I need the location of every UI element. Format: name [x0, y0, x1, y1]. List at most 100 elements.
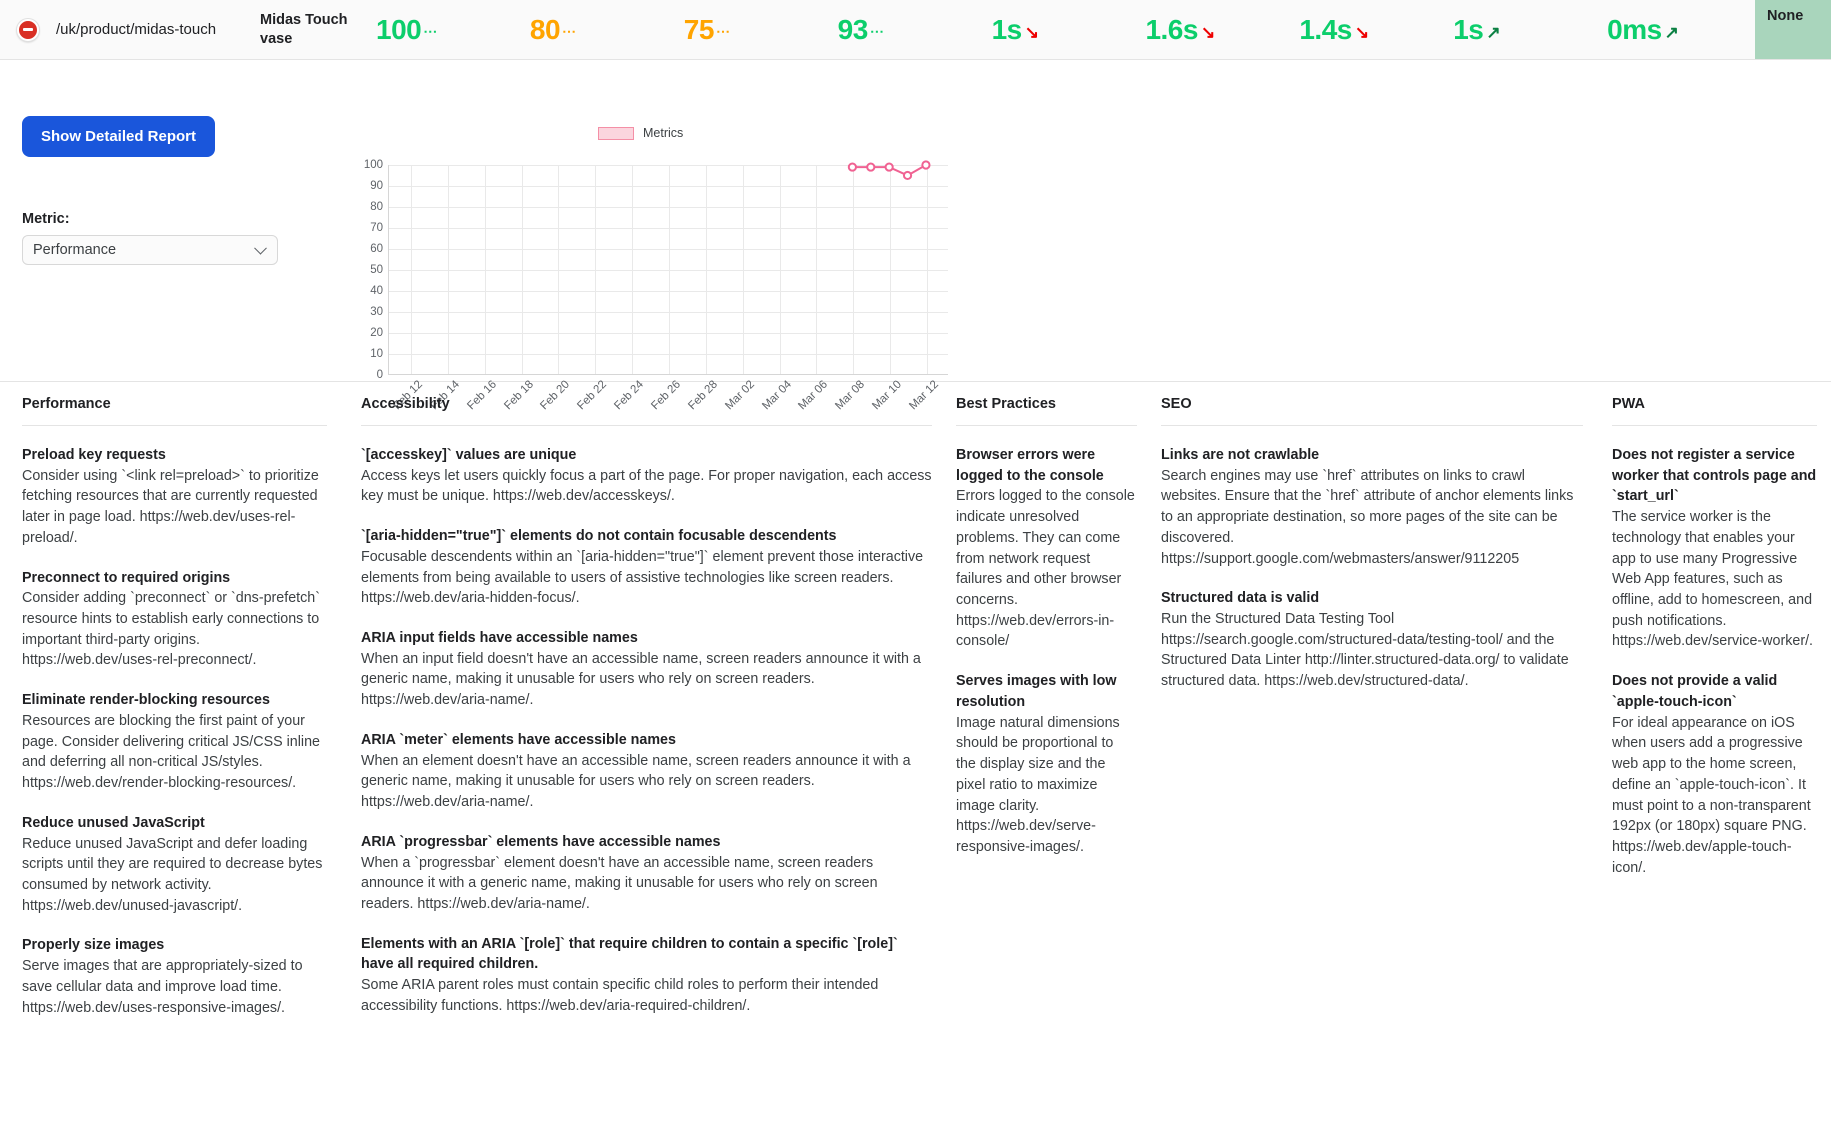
best-practices-score-value: 75: [683, 13, 715, 45]
chart-ytick-label: 90: [370, 180, 383, 192]
speed-index-value: 1.6s: [1145, 13, 1198, 45]
first-contentful-paint[interactable]: 1s ↘: [986, 15, 1140, 44]
audit-column-header: SEO: [1161, 382, 1583, 426]
best-practices-score[interactable]: 75 ⋯: [678, 13, 832, 45]
audit-title: Elements with an ARIA `[role]` that requ…: [361, 935, 898, 973]
audit-item[interactable]: Links are not crawlable Search engines ma…: [1161, 426, 1583, 569]
chart-data-point[interactable]: [866, 162, 876, 172]
chart-ytick-label: 0: [376, 369, 383, 381]
audit-description: When a `progressbar` element doesn't hav…: [361, 854, 878, 912]
audit-column-header: Performance: [22, 382, 327, 426]
speed-index[interactable]: 1.6s ↘: [1139, 13, 1293, 45]
seo-score-ellipsis-icon: ⋯: [869, 22, 884, 39]
audit-title: Structured data is valid: [1161, 590, 1320, 607]
audit-description: Focusable descendents within an `[aria-h…: [361, 548, 924, 607]
chart-ytick-label: 70: [370, 222, 383, 234]
time-to-interactive-value: 1s: [1453, 13, 1484, 45]
performance-score[interactable]: 100 ⋯: [370, 15, 524, 44]
audit-item[interactable]: Structured data is valid Run the Structur…: [1161, 569, 1583, 692]
audit-item[interactable]: Does not register a service worker that …: [1612, 426, 1817, 652]
audit-item[interactable]: ARIA input fields have accessible names W…: [361, 609, 932, 711]
chart-data-point[interactable]: [884, 162, 894, 172]
audit-item[interactable]: ARIA `meter` elements have accessible na…: [361, 711, 932, 813]
error-circle-icon: [17, 18, 39, 41]
chart-ytick-label: 20: [370, 327, 383, 339]
audit-column-performance: Performance Preload key requests Consider …: [0, 382, 341, 1121]
audit-item[interactable]: `[accesskey]` values are unique Access ke…: [361, 426, 932, 507]
audit-item[interactable]: Browser errors were logged to the consol…: [956, 426, 1137, 652]
audit-description: Some ARIA parent roles must contain spec…: [361, 977, 879, 1014]
audit-description: Resources are blocking the first paint o…: [22, 712, 320, 792]
chart-data-point[interactable]: [921, 160, 931, 170]
audit-item[interactable]: Serves images with low resolution Image n…: [956, 652, 1137, 857]
accessibility-score-ellipsis-icon: ⋯: [562, 22, 576, 39]
seo-score-value: 93: [837, 13, 869, 45]
chart-ytick-label: 60: [370, 243, 383, 255]
audit-description: Errors logged to the console indicate un…: [956, 488, 1135, 650]
audit-title: Properly size images: [22, 937, 165, 954]
chart-data-point[interactable]: [847, 162, 857, 172]
audit-column-seo: SEO Links are not crawlable Search engines…: [1151, 382, 1597, 1121]
audit-item[interactable]: Eliminate render-blocking resources Resou…: [22, 671, 327, 794]
audit-description: Image natural dimensions should be propo…: [956, 714, 1120, 855]
summary-topbar: /uk/product/midas-touch Midas Touch vase…: [0, 0, 1831, 60]
none-badge: None: [1755, 0, 1831, 59]
audit-column-best-practices: Best Practices Browser errors were logged…: [946, 382, 1151, 1121]
audit-title: Eliminate render-blocking resources: [22, 692, 270, 709]
accessibility-score-value: 80: [529, 13, 561, 45]
audit-title: Links are not crawlable: [1161, 447, 1320, 463]
metrics-chart: Metrics 0 10 20 30 40 50 60 70 80 90 100 Feb 12 Feb …: [352, 126, 952, 412]
legend-swatch-metrics: [598, 126, 634, 140]
total-blocking-time[interactable]: 0ms ↗: [1601, 13, 1755, 45]
time-to-interactive[interactable]: 1s ↗: [1447, 13, 1601, 45]
audit-title: Browser errors were logged to the consol…: [956, 447, 1104, 484]
performance-score-ellipsis-icon: ⋯: [423, 22, 437, 39]
largest-contentful-paint-trend-down-icon: ↘: [1354, 22, 1369, 42]
audit-column-header: Accessibility: [361, 382, 932, 426]
audit-title: `[aria-hidden="true"]` elements do not c…: [361, 528, 837, 545]
audit-description: When an input field doesn't have an acce…: [361, 650, 921, 709]
status-icon-cell: [0, 18, 56, 41]
audit-description: Access keys let users quickly focus a pa…: [361, 467, 932, 505]
best-practices-score-ellipsis-icon: ⋯: [715, 22, 730, 39]
audit-title: Preload key requests: [22, 447, 166, 463]
audit-title: Preconnect to required origins: [22, 569, 231, 586]
chart-plot-area: 0 10 20 30 40 50 60 70 80 90 100 Feb 12 Feb 14 Feb 16…: [364, 159, 948, 412]
audit-column-pwa: PWA Does not register a service worker th…: [1597, 382, 1831, 1121]
audit-title: Does not register a service worker that …: [1612, 447, 1817, 505]
page-url[interactable]: /uk/product/midas-touch: [56, 21, 260, 38]
chart-ytick-label: 100: [363, 159, 383, 171]
audit-description: Run the Structured Data Testing Tool htt…: [1161, 611, 1569, 690]
chart-ytick-label: 80: [370, 201, 383, 213]
audit-column-accessibility: Accessibility `[accesskey]` values are un…: [341, 382, 946, 1121]
audit-title: Does not provide a valid `apple-touch-ic…: [1612, 673, 1778, 710]
audit-column-header: Best Practices: [956, 382, 1137, 426]
seo-score[interactable]: 93 ⋯: [832, 13, 986, 45]
show-detailed-report-button[interactable]: Show Detailed Report: [22, 116, 216, 157]
first-contentful-paint-trend-down-icon: ↘: [1024, 22, 1039, 42]
audit-item[interactable]: Preconnect to required origins Consider a…: [22, 549, 327, 672]
chart-ytick-label: 40: [370, 285, 383, 297]
audit-item[interactable]: Does not provide a valid `apple-touch-ic…: [1612, 652, 1817, 878]
audit-item[interactable]: Reduce unused JavaScript Reduce unused Ja…: [22, 794, 327, 917]
audit-description: Consider using `<link rel=preload>` to p…: [22, 467, 319, 546]
chart-data-point[interactable]: [902, 170, 913, 181]
audit-item[interactable]: Properly size images Serve images that ar…: [22, 916, 327, 1018]
chart-legend: Metrics: [598, 126, 683, 140]
metric-select[interactable]: Performance: [22, 235, 278, 265]
audit-column-header: PWA: [1612, 382, 1817, 426]
audit-title: ARIA input fields have accessible names: [361, 630, 638, 647]
audit-item[interactable]: ARIA `progressbar` elements have accessi…: [361, 813, 932, 915]
audit-description: Reduce unused JavaScript and defer loadi…: [22, 835, 323, 914]
audit-item[interactable]: `[aria-hidden="true"]` elements do not c…: [361, 507, 932, 609]
largest-contentful-paint-value: 1.4s: [1299, 13, 1352, 45]
accessibility-score[interactable]: 80 ⋯: [524, 13, 678, 45]
total-blocking-time-value: 0ms: [1607, 13, 1662, 45]
chart-ytick-label: 30: [370, 306, 383, 318]
audit-item[interactable]: Preload key requests Consider using `<lin…: [22, 426, 327, 549]
audit-description: When an element doesn't have an accessib…: [361, 752, 911, 811]
largest-contentful-paint[interactable]: 1.4s ↘: [1293, 13, 1447, 45]
audit-item[interactable]: Elements with an ARIA `[role]` that requ…: [361, 915, 932, 1017]
speed-index-trend-down-icon: ↘: [1200, 22, 1215, 42]
chart-series-layer: [847, 160, 931, 181]
